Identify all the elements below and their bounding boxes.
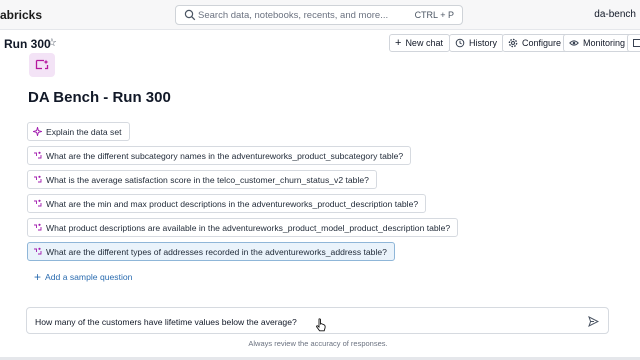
sample-question-label: What are the different types of addresse… [46,246,387,257]
sparkle-chat-icon [35,59,49,70]
search-placeholder: Search data, notebooks, recents, and mor… [198,10,389,21]
sample-question-icon [34,175,42,183]
new-chat-button[interactable]: + New chat [389,34,450,52]
monitoring-button[interactable]: Monitoring [563,34,633,52]
send-icon[interactable] [588,316,599,327]
sample-question-button[interactable]: What are the different subcategory names… [27,146,412,165]
disclaimer-text: Always review the accuracy of responses. [248,339,388,348]
space-logo [29,53,55,77]
gear-icon [508,38,518,48]
sample-question-icon [34,199,42,207]
history-label: History [469,38,498,48]
sample-question-label: What is the average satisfaction score i… [46,174,369,185]
sample-question-icon [34,247,42,255]
add-sample-question-label: Add a sample question [45,272,133,282]
mouse-cursor-icon [316,318,326,332]
sample-question-icon [34,151,42,159]
page-title: Run 300 [4,37,51,51]
sample-question-label: Explain the data set [46,126,122,137]
chat-input-text: How many of the customers have lifetime … [35,317,297,327]
monitoring-label: Monitoring [583,38,626,48]
plus-icon: + [34,270,42,284]
search-icon [184,9,196,21]
sample-question-label: What are the different subcategory names… [46,150,404,161]
sample-question-button[interactable]: Explain the data set [27,122,130,141]
plus-icon: + [395,36,402,49]
top-bar: abricks Search data, notebooks, recents,… [0,0,640,30]
eye-icon [569,40,579,46]
sample-question-label: What product descriptions are available … [46,222,451,233]
sample-question-label: What are the min and max product descrip… [46,198,419,209]
share-icon [633,39,640,47]
workspace-user-menu[interactable]: da-bench [594,9,636,20]
sample-question-button[interactable]: What product descriptions are available … [27,218,459,237]
history-icon [455,38,465,48]
more-button[interactable] [627,34,640,52]
brand-logo-text[interactable]: abricks [0,8,42,22]
sample-question-button[interactable]: What is the average satisfaction score i… [27,170,377,189]
global-search-input[interactable]: Search data, notebooks, recents, and mor… [175,5,463,25]
configure-button[interactable]: Configure [502,34,569,52]
sparkle-icon [33,127,42,136]
search-shortcut: CTRL + P [414,10,454,20]
history-button[interactable]: History [449,34,505,52]
sample-question-icon [34,223,42,231]
new-chat-label: New chat [405,38,443,48]
configure-label: Configure [522,38,562,48]
add-sample-question-link[interactable]: + Add a sample question [34,270,133,284]
sample-question-button[interactable]: What are the min and max product descrip… [27,194,427,213]
space-header: Run 300 ☆ + New chat History Configure M… [0,31,640,55]
star-icon[interactable]: ☆ [47,36,57,49]
sample-question-button[interactable]: What are the different types of addresse… [27,242,395,261]
space-title: DA Bench - Run 300 [28,89,171,106]
